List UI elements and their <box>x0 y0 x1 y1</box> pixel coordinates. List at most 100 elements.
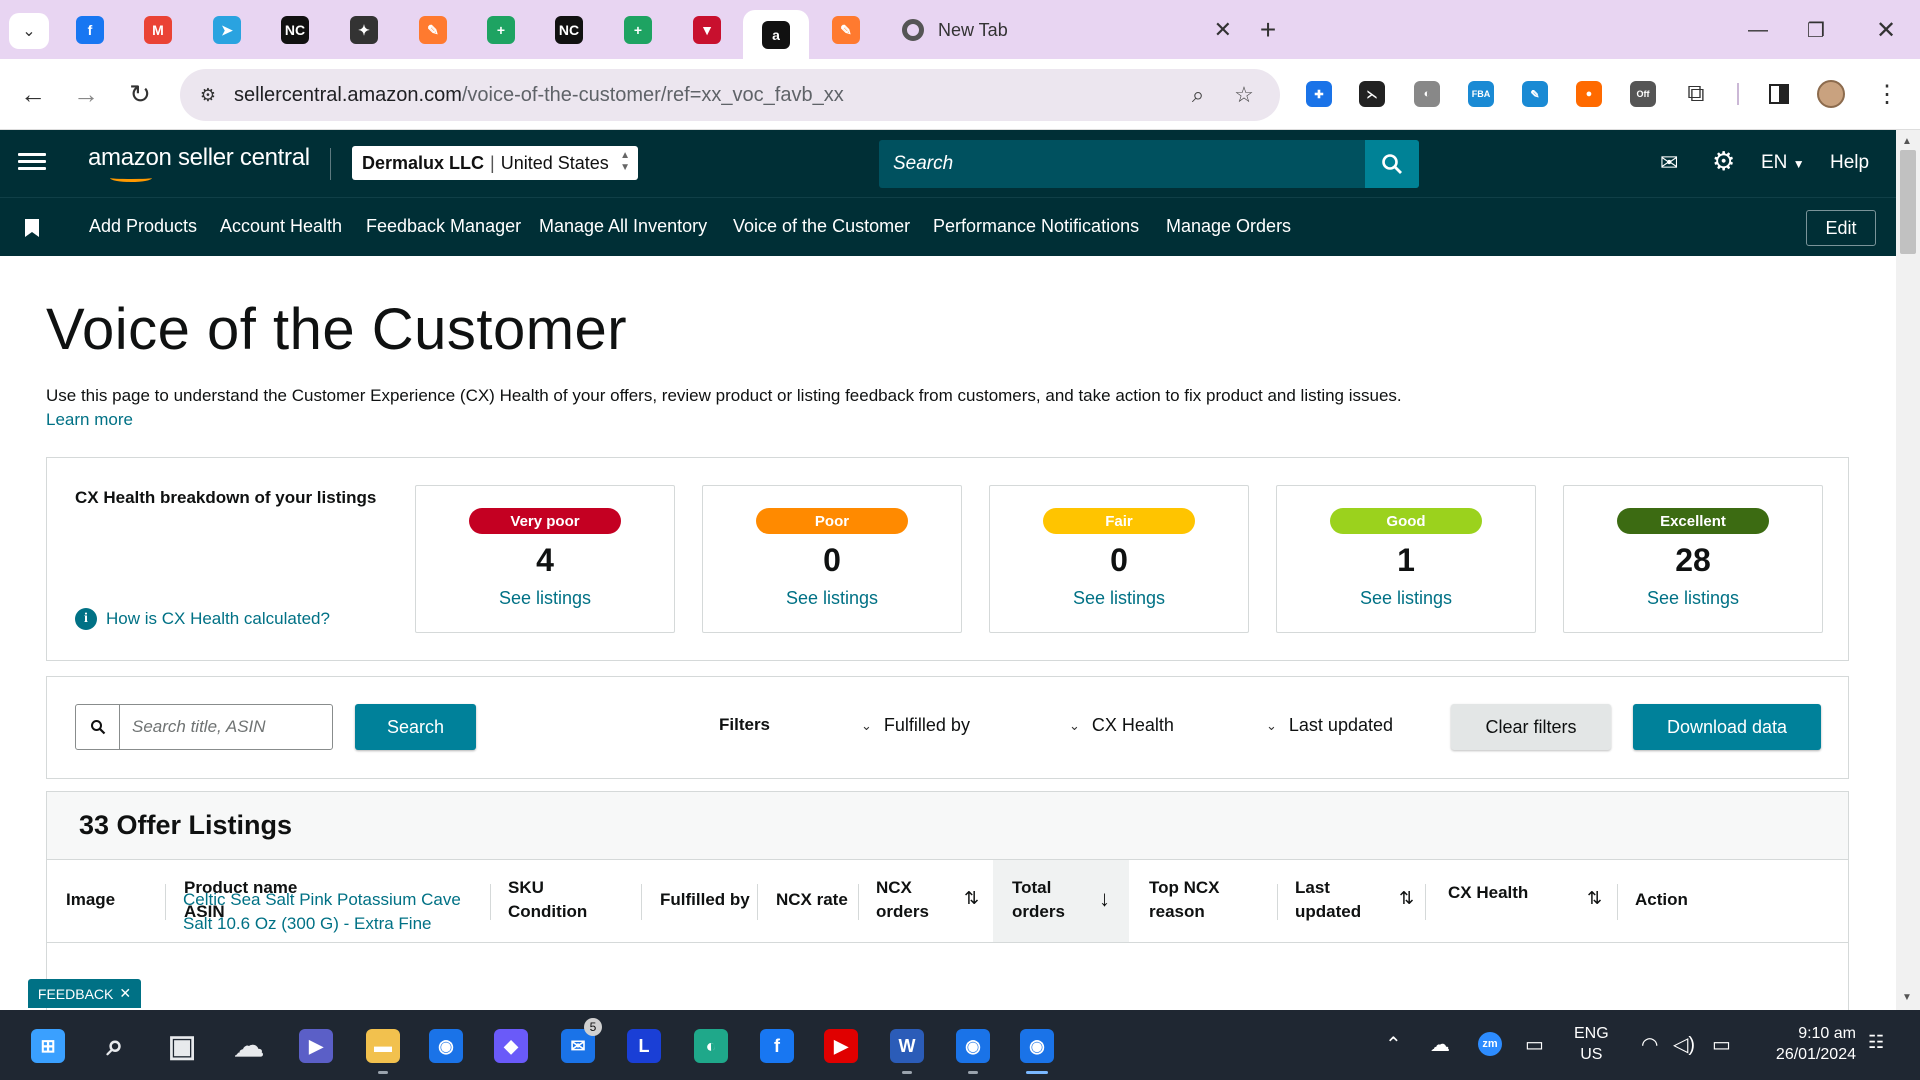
teams-taskbar-button[interactable]: ▶ <box>294 1024 338 1068</box>
last-updated-filter[interactable]: ⌄ Last updated <box>1266 715 1393 736</box>
address-bar[interactable]: ⚙ sellercentral.amazon.com/voice-of-the-… <box>180 69 1280 121</box>
sort-icon[interactable]: ⇅ <box>964 888 979 909</box>
extension-cross-icon[interactable]: ✚ <box>1302 76 1336 112</box>
extension-fba-icon[interactable]: FBA <box>1464 76 1498 112</box>
tab-new-tab[interactable]: New Tab ✕ <box>886 10 1246 50</box>
sort-icon[interactable]: ⇅ <box>1399 888 1414 909</box>
restore-icon[interactable]: ❐ <box>1786 10 1846 50</box>
close-window-icon[interactable]: ✕ <box>1856 10 1916 50</box>
site-info-icon[interactable]: ⚙ <box>188 75 228 115</box>
learn-more-link[interactable]: Learn more <box>46 410 133 429</box>
mail-taskbar-button[interactable]: ✉ 5 <box>556 1018 602 1068</box>
col-last-updated[interactable]: Last updated <box>1295 876 1361 924</box>
chrome-taskbar-button[interactable]: ◉ <box>424 1024 468 1068</box>
l-app-taskbar-button[interactable]: L <box>622 1024 666 1068</box>
sort-icon[interactable]: ⇅ <box>1587 888 1602 909</box>
download-data-button[interactable]: Download data <box>1633 704 1821 750</box>
see-listings-link[interactable]: See listings <box>416 588 674 609</box>
header-search-input[interactable]: Search <box>879 153 953 175</box>
search-taskbar-button[interactable]: ⌕ <box>93 1024 137 1068</box>
edit-favorites-button[interactable]: Edit <box>1806 210 1876 246</box>
product-name-link[interactable]: Celtic Sea Salt Pink Potassium Cave Salt… <box>183 888 483 936</box>
tray-overflow-icon[interactable]: ⌃ <box>1385 1032 1402 1057</box>
language-indicator[interactable]: ENG US <box>1574 1023 1609 1065</box>
mail-icon[interactable]: ✉ <box>1660 150 1678 176</box>
cloud-app-taskbar-button[interactable]: ☁ <box>227 1024 271 1068</box>
file-explorer-taskbar-button[interactable]: ▬ <box>361 1024 405 1074</box>
fav-feedback-manager[interactable]: Feedback Manager <box>366 216 521 237</box>
tab-vee[interactable]: ▼ <box>674 10 740 50</box>
extension-orange-icon[interactable]: ● <box>1572 76 1606 112</box>
col-fulfilled-by[interactable]: Fulfilled by <box>660 888 750 912</box>
back-icon[interactable]: ← <box>15 76 51 112</box>
side-panel-icon[interactable] <box>1762 76 1796 112</box>
fav-add-products[interactable]: Add Products <box>89 216 197 237</box>
extensions-puzzle-icon[interactable]: ⧉ <box>1679 76 1713 112</box>
listing-search-box[interactable]: Search title, ASIN <box>75 704 333 750</box>
cx-health-calc-link[interactable]: i How is CX Health calculated? <box>75 608 330 630</box>
hamburger-menu-icon[interactable] <box>18 149 46 177</box>
fav-account-health[interactable]: Account Health <box>220 216 342 237</box>
col-ncx-rate[interactable]: NCX rate <box>776 888 848 912</box>
header-search-button[interactable] <box>1365 140 1419 188</box>
tab-nc2[interactable]: NC <box>536 10 602 50</box>
tab-bird[interactable]: ✦ <box>331 10 397 50</box>
profile-avatar[interactable] <box>1814 76 1848 112</box>
tab-sheets1[interactable]: + <box>468 10 534 50</box>
col-top-ncx-reason[interactable]: Top NCX reason <box>1149 876 1220 924</box>
tab-gmail[interactable]: M <box>125 10 191 50</box>
col-total-orders[interactable]: Total orders <box>1012 876 1065 924</box>
url-text[interactable]: sellercentral.amazon.com/voice-of-the-cu… <box>234 84 844 107</box>
help-link[interactable]: Help <box>1830 152 1869 174</box>
zoom-icon[interactable]: ⌕ <box>1180 77 1216 113</box>
header-search-bar[interactable]: Search <box>879 140 1419 188</box>
extension-chart-icon[interactable]: ◐ <box>1410 76 1444 112</box>
clear-filters-button[interactable]: Clear filters <box>1451 704 1611 750</box>
col-cx-health[interactable]: CX Health <box>1448 881 1528 905</box>
edge-taskbar-button[interactable]: ◐ <box>689 1024 733 1068</box>
word-taskbar-button[interactable]: W <box>885 1024 929 1074</box>
see-listings-link[interactable]: See listings <box>990 588 1248 609</box>
see-listings-link[interactable]: See listings <box>703 588 961 609</box>
tab-pen2[interactable]: ✎ <box>813 10 879 50</box>
language-selector[interactable]: EN ▼ <box>1761 152 1805 174</box>
extension-pen-icon[interactable]: ✎ <box>1518 76 1552 112</box>
youtube-taskbar-button[interactable]: ▶ <box>819 1024 863 1068</box>
onedrive-icon[interactable]: ☁ <box>1430 1032 1450 1057</box>
menu-kebab-icon[interactable]: ⋮ <box>1870 76 1904 112</box>
extension-sigma-icon[interactable]: ⋋ <box>1355 76 1389 112</box>
new-tab-plus-icon[interactable]: + <box>1250 12 1286 48</box>
close-tab-icon[interactable]: ✕ <box>1214 17 1232 43</box>
chrome-profile-taskbar-button[interactable]: ◉ <box>951 1024 995 1074</box>
wifi-icon[interactable]: ◠ <box>1641 1032 1658 1057</box>
amazon-logo[interactable]: amazon seller central <box>88 144 310 182</box>
feedback-tab[interactable]: FEEDBACK ✕ <box>28 979 141 1008</box>
fav-manage-inventory[interactable]: Manage All Inventory <box>539 216 707 237</box>
tab-facebook[interactable]: f <box>57 10 123 50</box>
clock[interactable]: 9:10 am 26/01/2024 <box>1760 1023 1856 1065</box>
listing-search-input[interactable]: Search title, ASIN <box>120 705 266 749</box>
minimize-icon[interactable]: — <box>1728 10 1788 50</box>
reload-icon[interactable]: ↻ <box>122 76 158 112</box>
fav-performance-notifications[interactable]: Performance Notifications <box>933 216 1139 237</box>
col-ncx-orders[interactable]: NCX orders <box>876 876 929 924</box>
notifications-icon[interactable]: ☷ <box>1868 1032 1884 1053</box>
task-view-taskbar-button[interactable]: ▣ <box>160 1024 204 1068</box>
forward-icon[interactable]: → <box>68 76 104 112</box>
tab-telegram[interactable]: ➤ <box>194 10 260 50</box>
tab-search-dropdown-icon[interactable]: ⌄ <box>9 13 49 49</box>
scrollbar-thumb[interactable] <box>1900 150 1916 254</box>
tab-amazon[interactable]: a <box>743 10 809 59</box>
zoom-app-icon[interactable]: zm <box>1478 1032 1502 1056</box>
search-button[interactable]: Search <box>355 704 476 750</box>
bookmark-star-icon[interactable]: ☆ <box>1226 77 1262 113</box>
fav-voice-of-customer[interactable]: Voice of the Customer <box>733 216 910 237</box>
settings-gear-icon[interactable]: ⚙ <box>1712 146 1735 177</box>
tab-nc1[interactable]: NC <box>262 10 328 50</box>
volume-icon[interactable]: ◁) <box>1673 1032 1695 1057</box>
col-sku[interactable]: SKU Condition <box>508 876 587 924</box>
tab-pen1[interactable]: ✎ <box>400 10 466 50</box>
extension-off-icon[interactable]: Off <box>1626 76 1660 112</box>
battery-icon[interactable]: ▭ <box>1712 1032 1731 1057</box>
account-switcher[interactable]: Dermalux LLC | United States ▲ ▼ <box>352 146 638 180</box>
